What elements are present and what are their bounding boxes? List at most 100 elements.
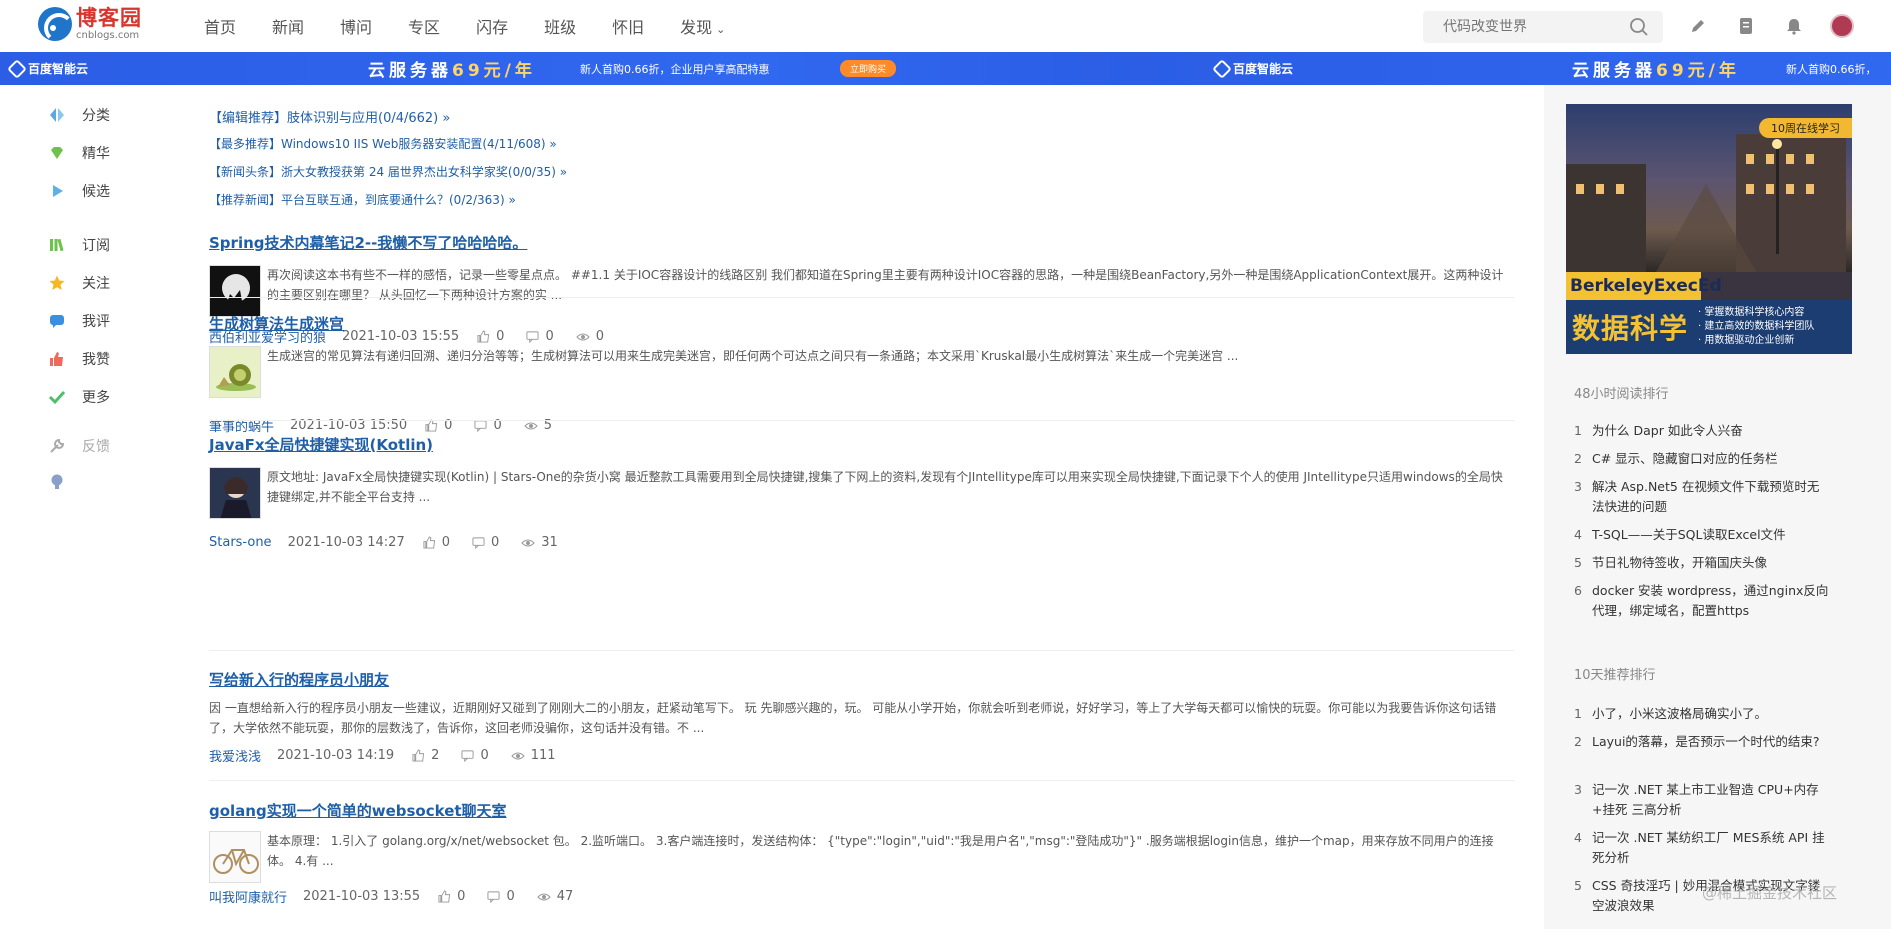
gem-icon xyxy=(48,144,66,162)
pencil-icon[interactable] xyxy=(1686,14,1710,38)
like-count: 0 xyxy=(457,889,466,904)
search-input[interactable] xyxy=(1423,19,1613,35)
sidebar-item-more[interactable]: 更多 xyxy=(48,387,110,407)
chevron-down-icon: ⌄ xyxy=(716,23,726,36)
author-avatar[interactable] xyxy=(209,467,261,519)
ranking-item[interactable]: 6 docker 安装 wordpress，通过nginx反向代理，绑定域名，配置… xyxy=(1574,581,1834,621)
post-summary: 因 一直想给新入行的程序员小朋友一些建议，近期刚好又碰到了刚刚大二的小朋友，赶紧… xyxy=(209,701,1497,735)
nav-discover-label: 发现 xyxy=(680,18,713,37)
sidebar-item-feedback[interactable]: 反馈 xyxy=(48,436,110,456)
comment-link[interactable]: 0 xyxy=(461,748,489,763)
nav-home[interactable]: 首页 xyxy=(204,14,236,38)
like-button[interactable]: 0 xyxy=(438,889,465,904)
logo-domain: cnblogs.com xyxy=(76,29,140,41)
document-icon[interactable] xyxy=(1734,14,1758,38)
nav-nostalgia[interactable]: 怀旧 xyxy=(612,14,644,38)
site-logo[interactable]: 博客园 cnblogs.com xyxy=(38,7,142,41)
sidebar-item-label: 分类 xyxy=(82,108,110,124)
post-date: 2021-10-03 14:27 xyxy=(287,535,405,550)
post-author[interactable]: 叫我阿康就行 xyxy=(209,887,287,906)
post-title[interactable]: 写给新入行的程序员小朋友 xyxy=(209,669,1514,690)
comment-icon xyxy=(472,537,485,549)
section-title: 48小时阅读排行 xyxy=(1574,387,1669,402)
view-stat: 31 xyxy=(521,535,558,550)
main-content: 【编辑推荐】肢体识别与应用(0/4/662) » 【最多推荐】Windows10… xyxy=(180,85,1544,929)
theme-toggle[interactable] xyxy=(48,473,82,491)
post-meta: 叫我阿康就行 2021-10-03 13:55 0 0 47 xyxy=(209,887,1514,906)
avatar[interactable] xyxy=(1830,14,1854,38)
post-author[interactable]: Stars-one xyxy=(209,535,272,550)
ranking-item[interactable]: 2 C# 显示、隐藏窗口对应的任务栏 xyxy=(1574,449,1834,469)
author-avatar[interactable] xyxy=(209,346,261,398)
banner-buy-button[interactable]: 立即购买 xyxy=(840,60,897,77)
nav-class[interactable]: 班级 xyxy=(544,14,576,38)
post-meta: 筆事的蜗牛 2021-10-03 15:50 0 0 5 xyxy=(209,416,1514,435)
post-summary: 再次阅读这本书有些不一样的感悟，记录一些零星点点。 ##1.1 关于IOC容器设… xyxy=(267,268,1504,302)
check-icon xyxy=(48,388,66,406)
like-button[interactable]: 2 xyxy=(412,748,439,763)
author-avatar[interactable] xyxy=(209,831,261,883)
sidebar-item-follow[interactable]: 关注 xyxy=(48,273,110,293)
like-button[interactable]: 0 xyxy=(423,535,450,550)
comment-count: 0 xyxy=(491,535,500,550)
recommend-news[interactable]: 【推荐新闻】平台互联互通，到底要通什么？(0/2/363) » xyxy=(209,191,516,208)
author-avatar[interactable] xyxy=(209,265,261,317)
post-title[interactable]: JavaFx全局快捷键实现(Kotlin) xyxy=(209,434,1514,455)
ranking-item[interactable]: 5 节日礼物待签收，开箱国庆头像 xyxy=(1574,553,1834,573)
divider xyxy=(209,420,1514,421)
ranking-item[interactable]: 1 小了，小米这波格局确实小了。 xyxy=(1574,704,1834,724)
sidebar-item-my-likes[interactable]: 我赞 xyxy=(48,349,110,369)
view-stat: 47 xyxy=(537,889,573,904)
ranking-item[interactable]: 1 为什么 Dapr 如此令人兴奋 xyxy=(1574,421,1834,441)
view-count: 31 xyxy=(541,535,558,550)
post-date: 2021-10-03 14:19 xyxy=(277,748,395,763)
nav-flash[interactable]: 闪存 xyxy=(476,14,508,38)
ranking-item[interactable]: 3 记一次 .NET 某上市工业智造 CPU+内存+挂死 三高分析 xyxy=(1574,780,1834,820)
ad-banner[interactable]: 百度智能云 云服务器69元/年 新人首购0.66折，企业用户享高配特惠 立即购买… xyxy=(0,52,1891,85)
sidebar-item-category[interactable]: 分类 xyxy=(48,105,110,125)
post-title[interactable]: Spring技术内幕笔记2--我懒不写了哈哈哈哈。 xyxy=(209,232,1514,253)
divider xyxy=(209,297,1514,298)
sidebar-item-label: 我赞 xyxy=(82,352,110,368)
star-icon xyxy=(48,274,66,292)
search-icon[interactable] xyxy=(1629,17,1649,41)
thumbs-up-icon xyxy=(48,350,66,368)
comment-link[interactable]: 0 xyxy=(487,889,515,904)
nav-discover[interactable]: 发现 ⌄ xyxy=(680,14,725,38)
nav-ask[interactable]: 博问 xyxy=(340,14,372,38)
sidebar-item-subscribe[interactable]: 订阅 xyxy=(48,235,110,255)
eye-icon xyxy=(511,752,525,759)
banner-subtitle: 新人首购0.66折， xyxy=(1786,62,1877,76)
ranking-item[interactable]: 4 记一次 .NET 某纺织工厂 MES系统 API 挂死分析 xyxy=(1574,828,1834,868)
search-box xyxy=(1423,11,1663,43)
ranking-item[interactable]: 2 Layui的落幕，是否预示一个时代的结束? xyxy=(1574,732,1834,752)
post-author[interactable]: 筆事的蜗牛 xyxy=(209,416,274,435)
view-count: 111 xyxy=(530,748,556,763)
post-item: golang实现一个简单的websocket聊天室 基本原理： 1.引入了 go… xyxy=(209,800,1514,906)
nav-news[interactable]: 新闻 xyxy=(272,14,304,38)
thumbs-up-icon xyxy=(412,749,425,762)
post-summary: 基本原理： 1.引入了 golang.org/x/net/websocket 包… xyxy=(267,834,1494,868)
logo-text: 博客园 xyxy=(76,5,142,30)
comment-link[interactable]: 0 xyxy=(472,535,499,550)
ad-headline: 数据科学 xyxy=(1572,312,1689,345)
sidebar-item-featured[interactable]: 精华 xyxy=(48,143,110,163)
post-title[interactable]: 生成树算法生成迷宫 xyxy=(209,313,1514,334)
ranking-item[interactable]: 4 T-SQL——关于SQL读取Excel文件 xyxy=(1574,525,1834,545)
baidu-cloud-icon xyxy=(1212,58,1232,79)
sidebar-item-my-comments[interactable]: 我评 xyxy=(48,311,110,331)
bell-icon[interactable] xyxy=(1782,14,1806,38)
ranking-item[interactable]: 3 解决 Asp.Net5 在视频文件下载预览时无法快进的问题 xyxy=(1574,477,1834,517)
post-title[interactable]: golang实现一个简单的websocket聊天室 xyxy=(209,800,1514,821)
side-advertisement[interactable]: 10周在线学习 BerkeleyExecEd 数据科学 · 掌握数据科学核心内容… xyxy=(1566,104,1852,354)
comment-icon xyxy=(487,891,500,903)
nav-zone[interactable]: 专区 xyxy=(408,14,440,38)
recommend-headline[interactable]: 【新闻头条】浙大女教授获第 24 届世界杰出女科学家奖(0/0/35) » xyxy=(209,163,567,180)
recommend-most[interactable]: 【最多推荐】Windows10 IIS Web服务器安装配置(4/11/608)… xyxy=(209,135,557,152)
sidebar-item-label: 反馈 xyxy=(82,439,110,455)
post-author[interactable]: 我爱浅浅 xyxy=(209,746,261,765)
recommend-ranking-10d: 10天推荐排行 1 小了，小米这波格局确实小了。 2 Layui的落幕，是否预示一个… xyxy=(1566,664,1866,913)
sidebar-item-candidate[interactable]: 候选 xyxy=(48,181,110,201)
sidebar-item-label: 订阅 xyxy=(82,238,110,254)
recommend-editor[interactable]: 【编辑推荐】肢体识别与应用(0/4/662) » xyxy=(209,107,450,126)
